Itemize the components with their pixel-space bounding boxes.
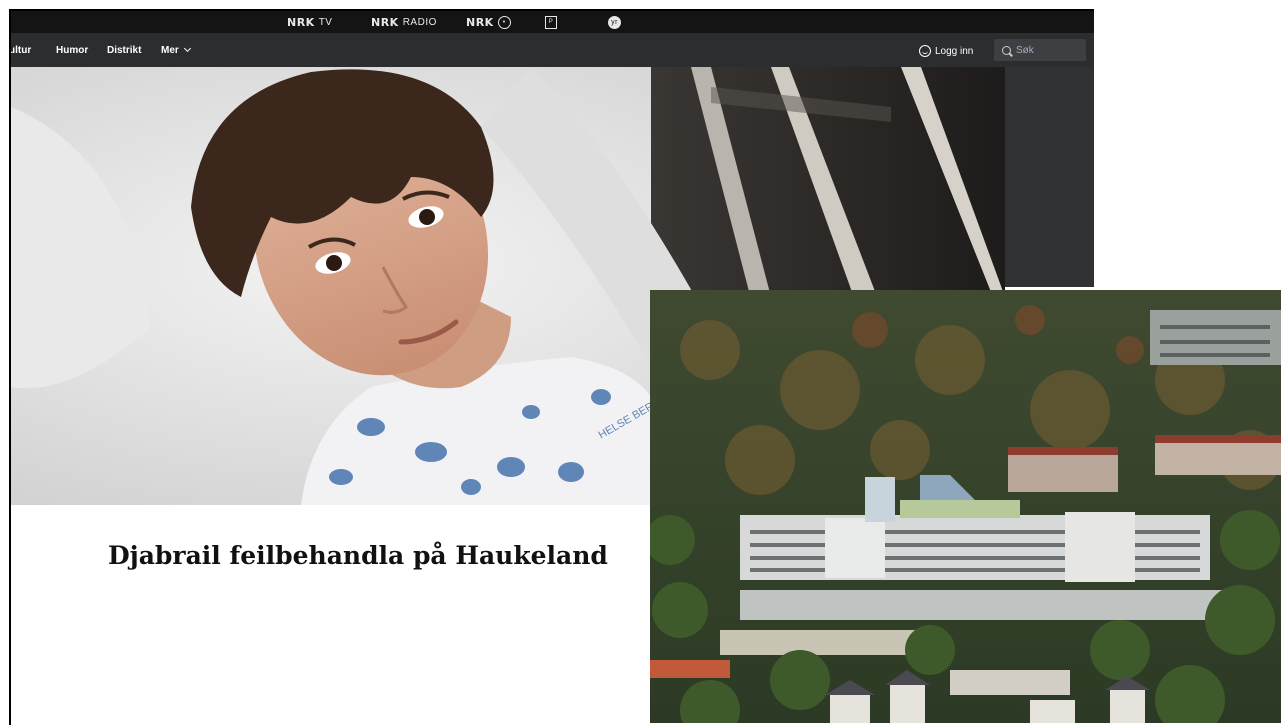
login-button[interactable]: Logg inn <box>919 45 973 57</box>
search-icon <box>1002 45 1011 55</box>
sidebar-background <box>1005 67 1094 287</box>
nav-item-kultur[interactable]: ultur <box>11 45 31 56</box>
haukeland-hospital-photo <box>650 290 1281 723</box>
user-icon <box>919 45 931 57</box>
nrk-radio-logo[interactable]: NRK RADIO <box>371 14 437 30</box>
chevron-down-icon <box>183 44 191 53</box>
nav-item-mer[interactable]: Mer <box>161 44 191 56</box>
search-placeholder: Søk <box>1016 44 1034 56</box>
nrk-tv-logo[interactable]: NRK TV <box>287 14 332 30</box>
search-input[interactable]: Søk <box>994 39 1086 61</box>
nrk-p3-icon[interactable]: P <box>545 14 557 30</box>
nav-item-humor[interactable]: Humor <box>56 45 88 56</box>
login-label: Logg inn <box>935 45 974 57</box>
nrk-top-bar: NRK TV NRK RADIO NRK • P yr <box>11 11 1094 33</box>
hospital-photo <box>650 290 1281 723</box>
nrk-super-logo[interactable]: NRK • <box>466 14 511 30</box>
article-headline[interactable]: Djabrail feilbehandla på Haukeland <box>108 541 608 570</box>
nav-item-distrikt[interactable]: Distrikt <box>107 45 141 56</box>
main-navigation: ultur Humor Distrikt Mer Logg inn Søk <box>11 33 1094 67</box>
yr-icon[interactable]: yr <box>608 14 621 30</box>
